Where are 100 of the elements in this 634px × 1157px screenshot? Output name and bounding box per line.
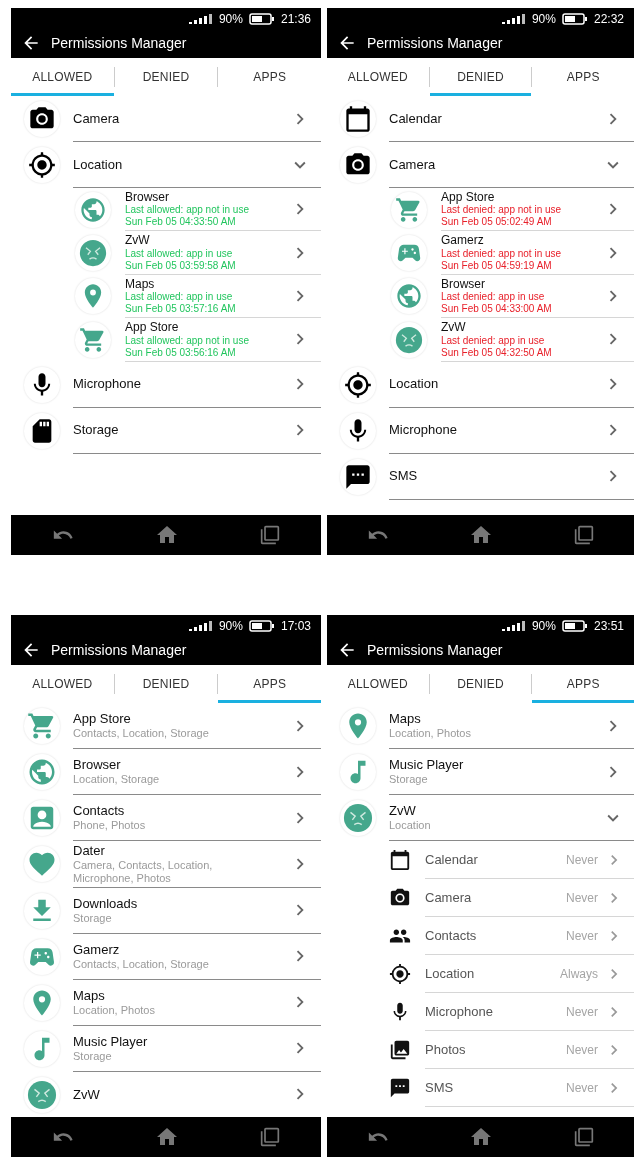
recent-apps-button[interactable] bbox=[260, 1127, 281, 1147]
permission-value: Never bbox=[566, 1004, 598, 1019]
screen-title: Permissions Manager bbox=[51, 642, 187, 658]
app-name[interactable]: Music Player bbox=[389, 757, 602, 773]
app-name[interactable]: Gamerz bbox=[441, 233, 602, 248]
recent-apps-button[interactable] bbox=[260, 525, 281, 545]
screen-title: Permissions Manager bbox=[367, 642, 503, 658]
app-permissions: Storage bbox=[73, 1049, 113, 1063]
permission-name[interactable]: Camera bbox=[425, 889, 566, 906]
permission-name[interactable]: Contacts bbox=[425, 927, 566, 944]
app-permissions: Contacts, Location, Storage bbox=[73, 957, 210, 971]
access-time: Sun Feb 05 03:59:58 AM bbox=[125, 259, 237, 272]
battery-percent: 90% bbox=[531, 619, 556, 633]
calendar-icon bbox=[389, 849, 411, 871]
app-name[interactable]: ZvW bbox=[389, 803, 602, 819]
app-permissions: Phone, Photos bbox=[73, 818, 147, 832]
signal-icon bbox=[501, 621, 526, 631]
screen-title: Permissions Manager bbox=[367, 35, 503, 51]
permission-value: Never bbox=[566, 852, 598, 867]
permission-name[interactable]: Microphone bbox=[73, 376, 289, 392]
app-name[interactable]: Browser bbox=[73, 757, 289, 773]
app-name[interactable]: Contacts bbox=[73, 803, 289, 819]
app-name[interactable]: Maps bbox=[389, 711, 602, 727]
app-permissions: Location, Photos bbox=[73, 1003, 156, 1017]
avatar-icon bbox=[395, 325, 423, 354]
app-permissions: Storage bbox=[73, 911, 113, 925]
permission-name[interactable]: Microphone bbox=[389, 422, 602, 438]
permission-name[interactable]: SMS bbox=[425, 1079, 566, 1096]
battery-percent: 90% bbox=[218, 619, 243, 633]
app-name[interactable]: App Store bbox=[125, 320, 289, 335]
permission-name[interactable]: Calendar bbox=[425, 851, 566, 868]
app-name[interactable]: Gamerz bbox=[73, 942, 289, 958]
screen-title: Permissions Manager bbox=[51, 35, 187, 51]
permission-value: Never bbox=[566, 928, 598, 943]
app-name[interactable]: Browser bbox=[441, 276, 602, 292]
avatar-icon bbox=[79, 239, 107, 268]
permission-name[interactable]: Camera bbox=[73, 110, 289, 127]
access-time: Sun Feb 05 04:33:50 AM bbox=[125, 216, 237, 229]
app-name[interactable]: Downloads bbox=[73, 896, 289, 912]
access-status: Last denied: app in use bbox=[441, 291, 546, 304]
crosshair-icon bbox=[389, 963, 411, 985]
permission-name[interactable]: Location bbox=[389, 376, 602, 392]
recent-apps-button[interactable] bbox=[573, 1127, 594, 1147]
signal-icon bbox=[501, 14, 526, 24]
access-time: Sun Feb 05 05:02:49 AM bbox=[441, 216, 553, 229]
permission-name[interactable]: Calendar bbox=[389, 110, 602, 127]
app-name[interactable]: Maps bbox=[125, 276, 289, 292]
app-name[interactable]: Maps bbox=[73, 988, 289, 1004]
access-time: Sun Feb 05 03:56:16 AM bbox=[125, 346, 237, 359]
app-name[interactable]: Browser bbox=[125, 190, 289, 205]
permission-name[interactable]: Camera bbox=[389, 156, 602, 173]
signal-icon bbox=[188, 621, 213, 631]
app-name[interactable]: ZvW bbox=[73, 1086, 289, 1103]
app-name[interactable]: App Store bbox=[441, 190, 602, 205]
permission-name[interactable]: Storage bbox=[73, 422, 289, 438]
app-name[interactable]: ZvW bbox=[125, 233, 289, 248]
recent-apps-button[interactable] bbox=[573, 525, 594, 545]
access-status: Last allowed: app in use bbox=[125, 291, 234, 304]
permission-value: Never bbox=[566, 1042, 598, 1057]
access-time: Sun Feb 05 03:57:16 AM bbox=[125, 303, 237, 316]
permission-name[interactable]: Microphone bbox=[425, 1003, 566, 1020]
calendar-icon bbox=[344, 105, 372, 133]
access-status: Last denied: app in use bbox=[441, 334, 546, 347]
app-name[interactable]: Music Player bbox=[73, 1034, 289, 1050]
permission-value: Always bbox=[560, 966, 598, 981]
signal-icon bbox=[188, 14, 213, 24]
battery-percent: 90% bbox=[218, 12, 243, 26]
access-time: Sun Feb 05 04:32:50 AM bbox=[441, 346, 553, 359]
app-permissions: Location bbox=[389, 818, 432, 832]
clock-time: 22:32 bbox=[593, 12, 624, 26]
permission-name[interactable]: Location bbox=[425, 965, 560, 982]
globe-icon bbox=[79, 195, 107, 224]
app-name[interactable]: App Store bbox=[73, 711, 289, 727]
battery-icon bbox=[248, 620, 275, 632]
clock-time: 17:03 bbox=[280, 619, 311, 633]
avatar-icon bbox=[343, 803, 373, 833]
app-name[interactable]: ZvW bbox=[441, 320, 602, 335]
chat-bubble-icon bbox=[389, 1077, 411, 1099]
app-permissions: Storage bbox=[389, 772, 429, 786]
app-permissions: Camera, Contacts, Location, Microphone, Photos bbox=[73, 858, 214, 885]
permission-value: Never bbox=[566, 890, 598, 905]
access-time: Sun Feb 05 04:33:00 AM bbox=[441, 303, 553, 316]
permission-name[interactable]: Photos bbox=[425, 1041, 566, 1058]
app-permissions: Contacts, Location, Storage bbox=[73, 726, 210, 740]
access-status: Last allowed: app not in use bbox=[125, 334, 250, 347]
access-status: Last allowed: app in use bbox=[125, 247, 234, 260]
crosshair-icon bbox=[344, 370, 372, 399]
avatar-icon bbox=[27, 1079, 57, 1110]
globe-icon bbox=[395, 282, 423, 311]
permission-name[interactable]: SMS bbox=[389, 468, 602, 484]
clock-time: 23:51 bbox=[593, 619, 624, 633]
chat-bubble-icon bbox=[344, 462, 372, 491]
access-status: Last denied: app not in use bbox=[441, 247, 563, 260]
crosshair-icon bbox=[28, 151, 56, 179]
app-permissions: Location, Photos bbox=[389, 726, 472, 740]
permission-name[interactable]: Location bbox=[73, 156, 289, 173]
battery-icon bbox=[561, 620, 588, 632]
globe-icon bbox=[27, 757, 57, 787]
app-name[interactable]: Dater bbox=[73, 843, 289, 859]
clock-time: 21:36 bbox=[280, 12, 311, 26]
